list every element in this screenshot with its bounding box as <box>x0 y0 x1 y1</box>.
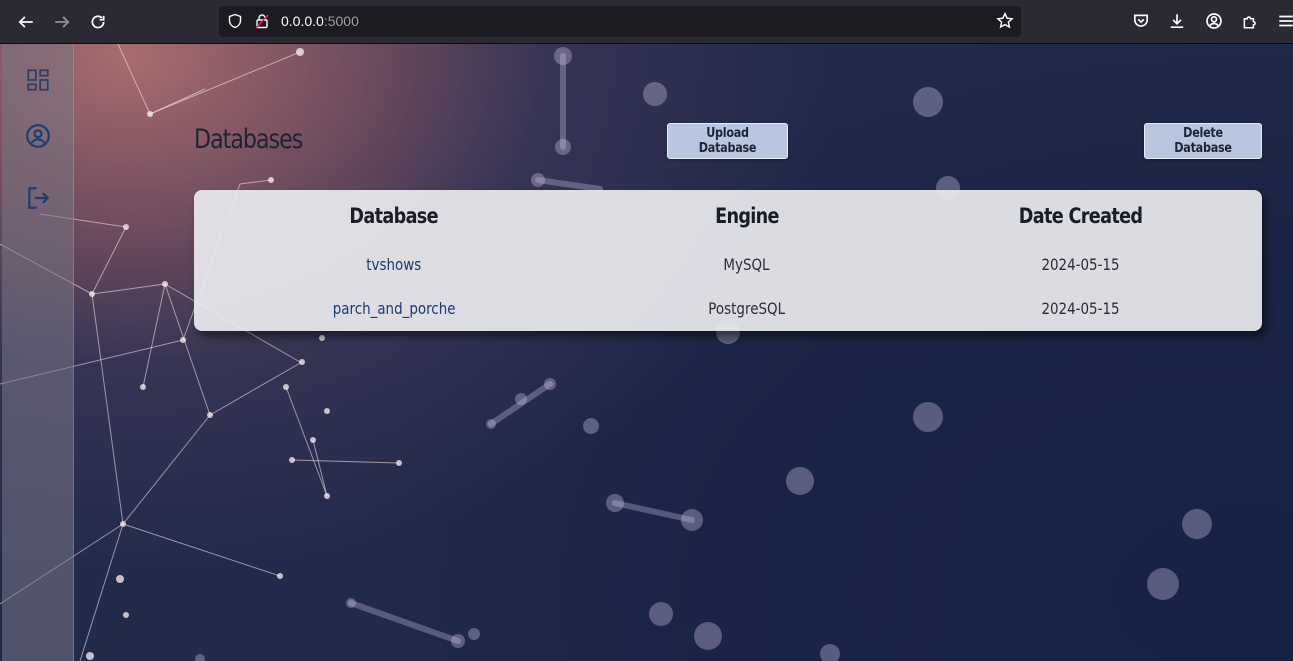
url-host: 0.0.0.0 <box>281 13 324 29</box>
delete-database-label: Delete Database <box>1174 126 1232 156</box>
account-icon[interactable] <box>1205 12 1225 32</box>
database-link[interactable]: parch_and_porche <box>321 299 467 318</box>
date-value: 2024-05-15 <box>1041 298 1120 318</box>
page-title: Databases <box>194 124 303 155</box>
forward-icon[interactable] <box>51 11 73 33</box>
engine-cell: PostgreSQL <box>594 286 899 330</box>
insecure-lock-icon[interactable] <box>254 13 272 31</box>
upload-database-label: Upload Database <box>698 126 757 156</box>
tracking-shield-icon[interactable] <box>227 13 245 31</box>
header-engine: Engine <box>594 190 899 242</box>
header-engine-label: Engine <box>714 204 779 228</box>
pocket-icon[interactable] <box>1132 12 1152 32</box>
table-row: parch_and_porche PostgreSQL 2024-05-15 <box>194 286 1262 330</box>
back-icon[interactable] <box>15 11 37 33</box>
bookmark-star-icon[interactable] <box>996 11 1015 31</box>
url-text[interactable]: 0.0.0.0:5000 <box>281 13 359 29</box>
address-bar[interactable]: 0.0.0.0:5000 <box>219 6 1021 37</box>
database-name: tvshows <box>366 254 422 274</box>
logout-icon[interactable] <box>24 184 52 212</box>
sidebar <box>2 44 74 661</box>
header-database-label: Database <box>349 204 439 228</box>
database-cell: parch_and_porche <box>194 286 594 330</box>
account-icon[interactable] <box>24 122 52 150</box>
databases-card: Database Engine Date Created tvshows MyS… <box>194 190 1262 331</box>
table-row: tvshows MySQL 2024-05-15 <box>194 242 1262 286</box>
reload-icon[interactable] <box>87 11 109 33</box>
engine-value: PostgreSQL <box>708 298 785 318</box>
database-name: parch_and_porche <box>332 298 456 318</box>
engine-value: MySQL <box>723 254 770 274</box>
browser-toolbar: 0.0.0.0:5000 <box>0 0 1293 44</box>
upload-database-button[interactable]: Upload Database <box>667 123 788 159</box>
header-date-created-label: Date Created <box>1018 204 1143 228</box>
header-database: Database <box>194 190 594 242</box>
date-cell: 2024-05-15 <box>899 242 1262 286</box>
date-value: 2024-05-15 <box>1041 254 1120 274</box>
page-viewport: Databases Upload Database Delete Databas… <box>0 44 1293 661</box>
extensions-icon[interactable] <box>1241 12 1261 32</box>
menu-icon[interactable] <box>1277 12 1293 32</box>
dashboard-icon[interactable] <box>24 66 52 94</box>
database-link[interactable]: tvshows <box>361 255 426 274</box>
date-cell: 2024-05-15 <box>899 286 1262 330</box>
url-port: :5000 <box>323 13 359 29</box>
engine-cell: MySQL <box>594 242 899 286</box>
table-header-row: Database Engine Date Created <box>194 190 1262 242</box>
delete-database-button[interactable]: Delete Database <box>1144 123 1262 159</box>
header-date-created: Date Created <box>899 190 1262 242</box>
database-cell: tvshows <box>194 242 594 286</box>
downloads-icon[interactable] <box>1168 12 1188 32</box>
databases-table: Database Engine Date Created tvshows MyS… <box>194 190 1262 330</box>
